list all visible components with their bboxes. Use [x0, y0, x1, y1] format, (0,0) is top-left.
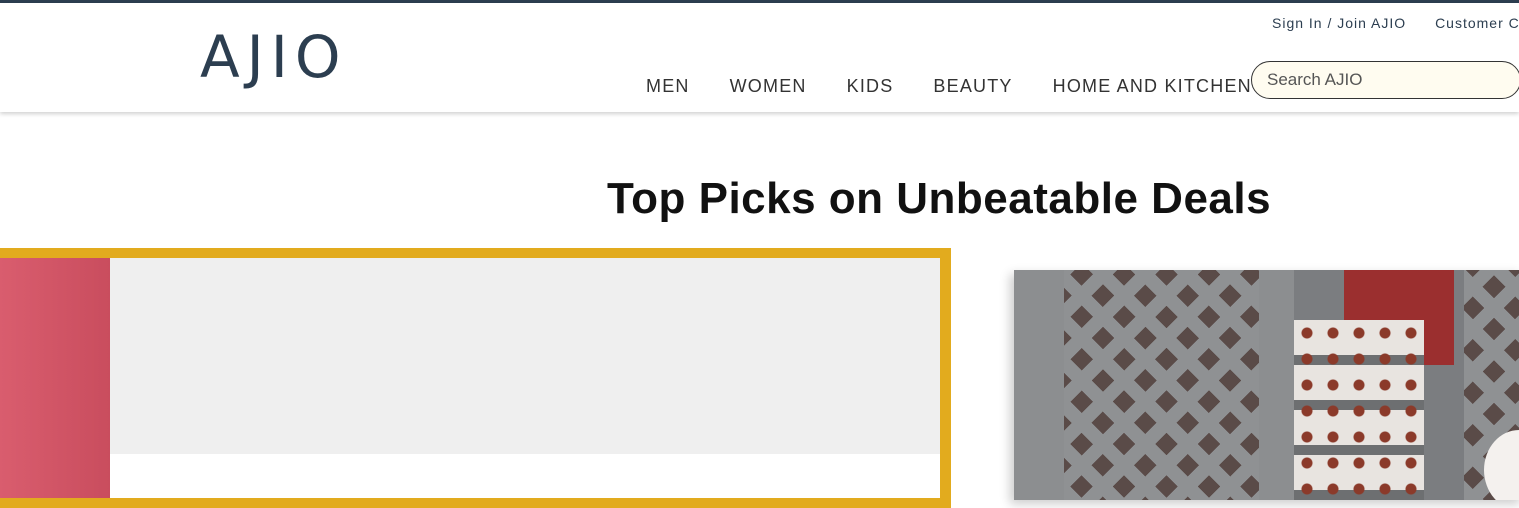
utility-links: Sign In / Join AJIO Customer Care: [1272, 15, 1519, 31]
ajio-logo[interactable]: AJIO: [200, 27, 348, 87]
main-nav: MEN WOMEN KIDS BEAUTY HOME AND KITCHEN: [646, 76, 1252, 97]
promo-banner-home-decor[interactable]: [1014, 270, 1519, 500]
partition-post: [1259, 270, 1294, 500]
pink-panel: [0, 258, 110, 498]
lattice-panel: [1064, 270, 1269, 500]
search-box[interactable]: [1251, 61, 1519, 99]
partition-post: [1014, 270, 1064, 500]
nav-home-and-kitchen[interactable]: HOME AND KITCHEN: [1053, 76, 1252, 97]
promo-banner-left[interactable]: [0, 248, 951, 508]
nav-kids[interactable]: KIDS: [847, 76, 894, 97]
search-input[interactable]: [1252, 62, 1519, 98]
section-headline: Top Picks on Unbeatable Deals: [607, 174, 1272, 224]
grey-panel: [110, 258, 940, 454]
site-header: AJIO Sign In / Join AJIO Customer Care M…: [0, 3, 1519, 112]
nav-women[interactable]: WOMEN: [730, 76, 807, 97]
tiled-stairs: [1294, 320, 1424, 500]
sign-in-link[interactable]: Sign In / Join AJIO: [1272, 15, 1406, 31]
nav-men[interactable]: MEN: [646, 76, 690, 97]
customer-care-link[interactable]: Customer Care: [1435, 15, 1519, 31]
nav-beauty[interactable]: BEAUTY: [933, 76, 1012, 97]
